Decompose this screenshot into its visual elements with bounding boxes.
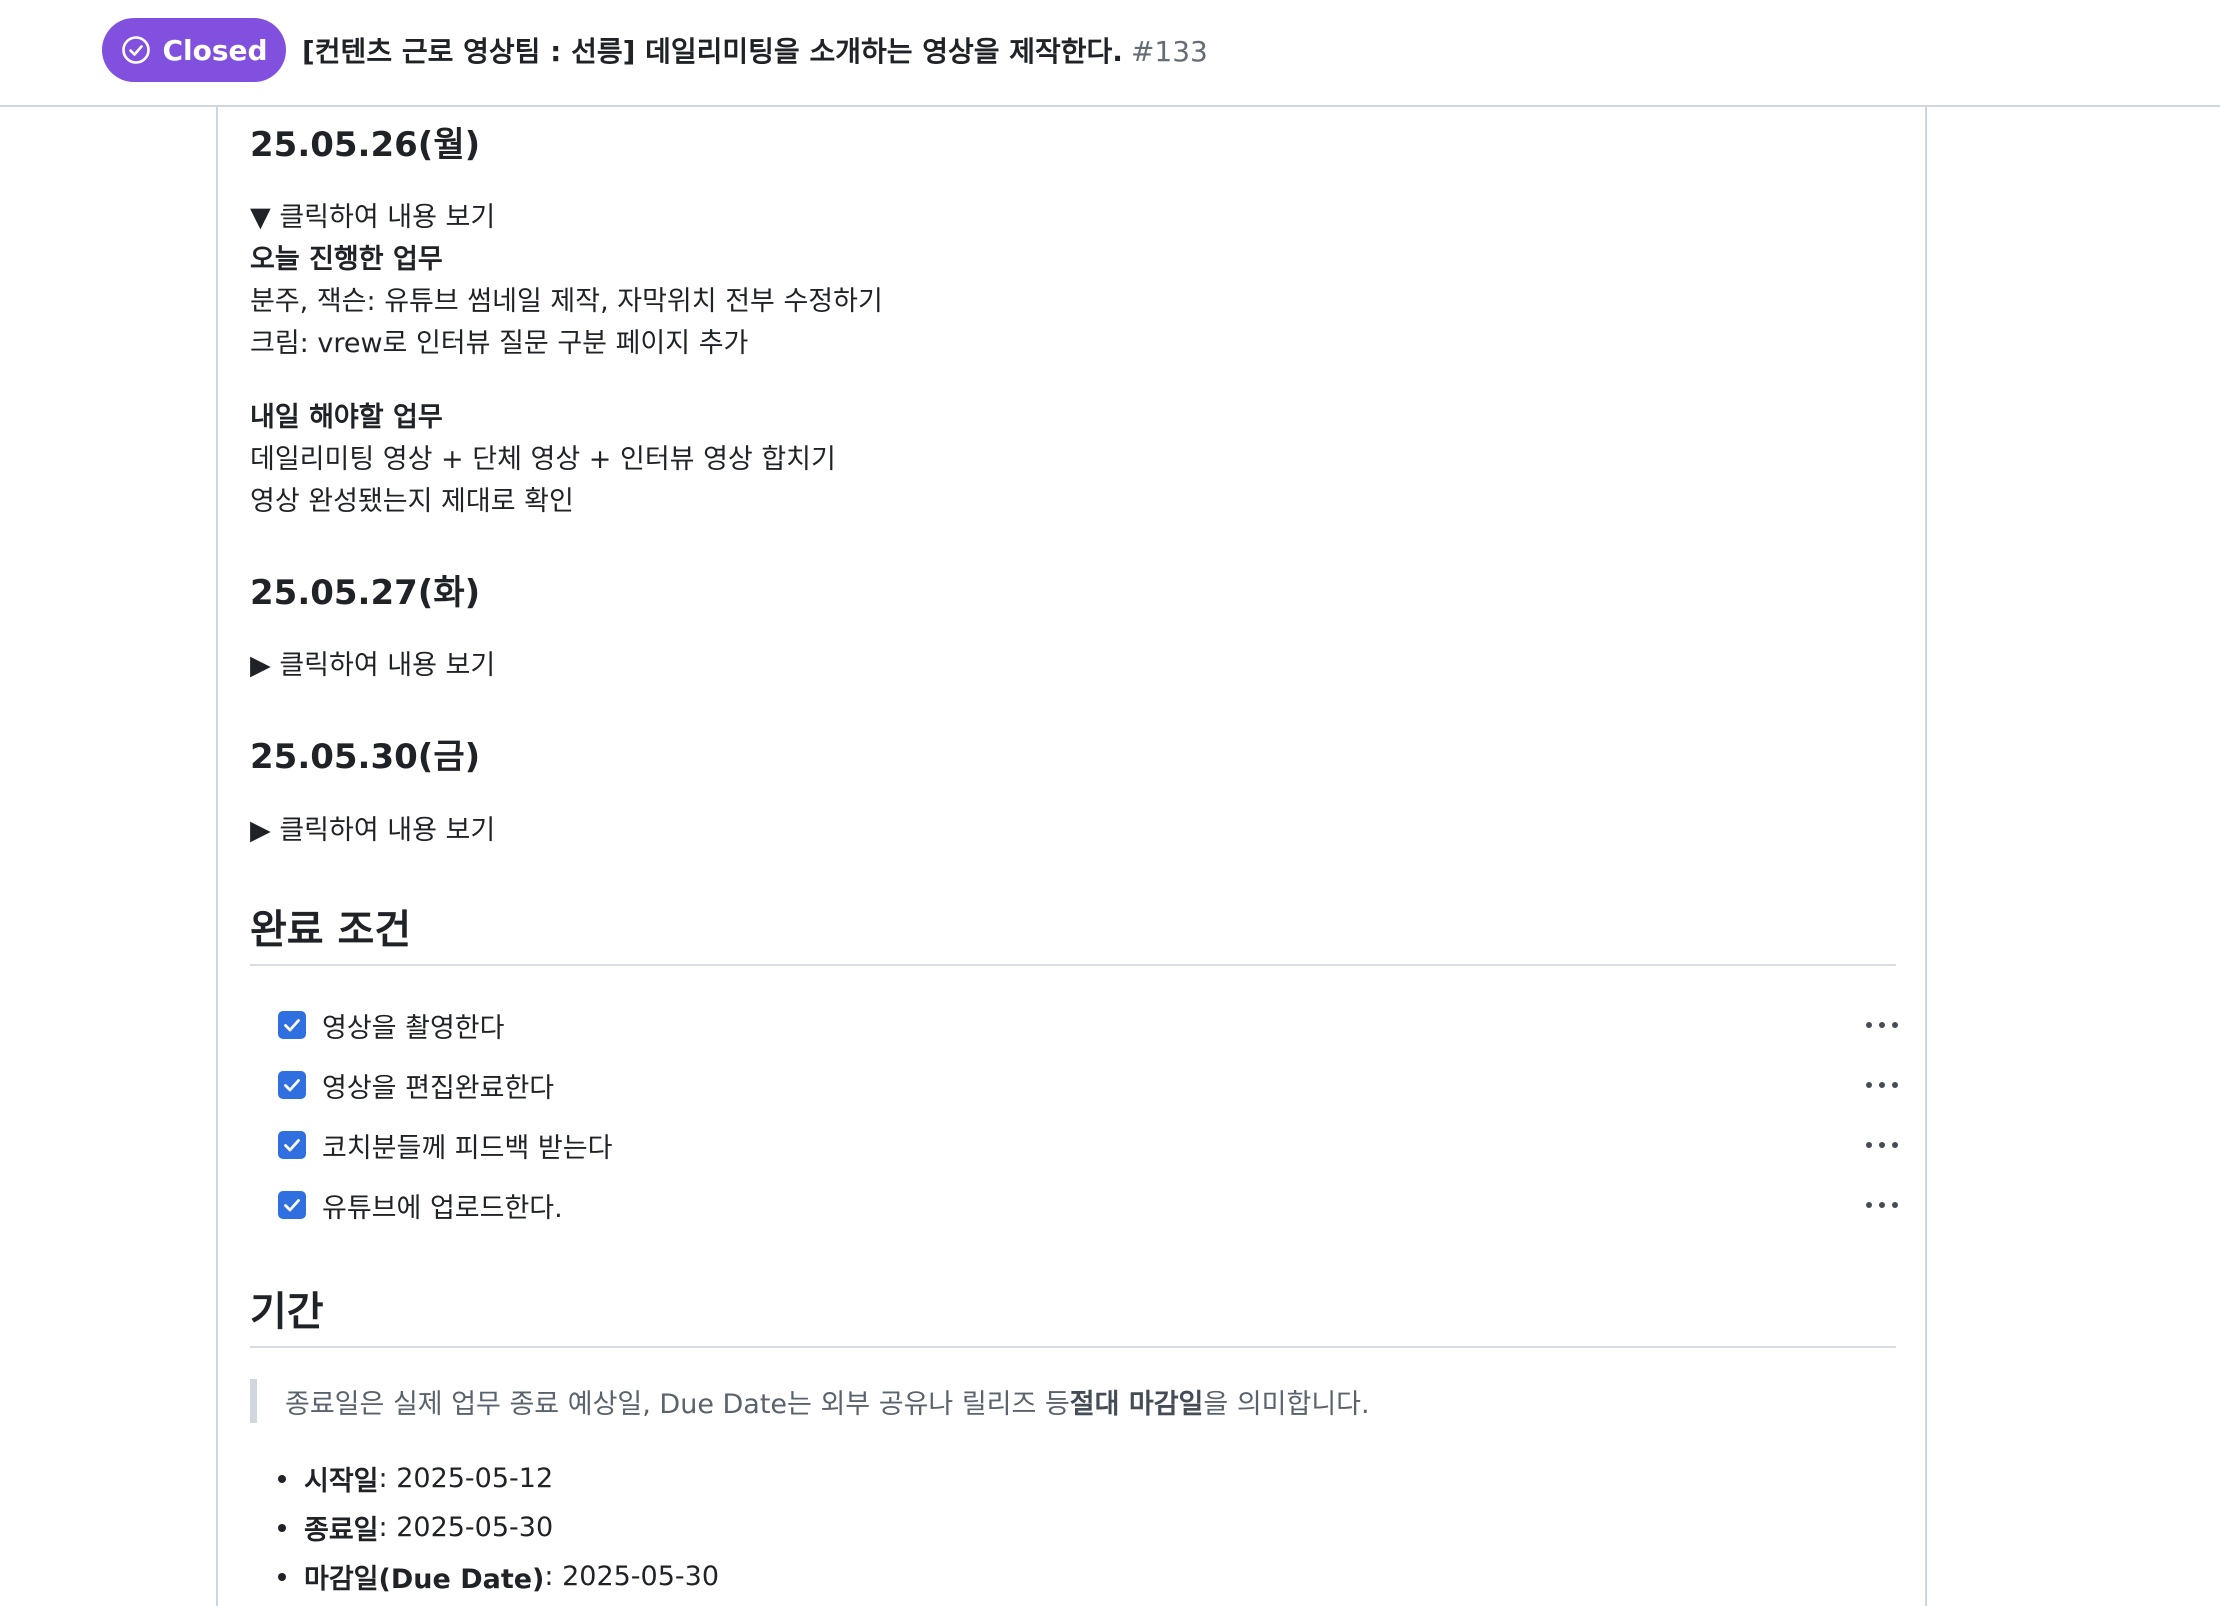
bullet-icon (278, 1523, 286, 1532)
task-menu-button[interactable] (1862, 1010, 1902, 1040)
today-work-line: 분주, 잭슨: 유튜브 썸네일 제작, 자막위치 전부 수정하기 (250, 286, 883, 317)
tomorrow-work-line: 영상 완성됐는지 제대로 확인 (250, 486, 574, 517)
task-checkbox[interactable] (278, 1191, 306, 1219)
note-text: 종료일은 실제 업무 종료 예상일, Due Date는 외부 공유나 릴리즈 … (285, 1388, 1070, 1420)
today-work-title: 오늘 진행한 업무 (250, 244, 443, 275)
bullet-icon (278, 1474, 286, 1483)
state-label: Closed (162, 33, 268, 67)
closed-state-badge: Closed (102, 18, 286, 82)
more-dot-icon (1879, 1142, 1885, 1148)
note-text-end: 을 의미합니다. (1203, 1388, 1370, 1420)
completion-heading: 완료 조건 (250, 907, 412, 953)
task-label: 유튜브에 업로드한다. (322, 1192, 563, 1224)
details-toggle-label: ▶ 클릭하여 내용 보기 (250, 650, 496, 681)
log-date-heading: 25.05.26(월) (250, 125, 481, 165)
tomorrow-work-line: 데일리미팅 영상 + 단체 영상 + 인터뷰 영상 합치기 (250, 444, 836, 475)
section-divider (250, 964, 1896, 966)
section-divider (250, 1346, 1896, 1348)
task-menu-button[interactable] (1862, 1130, 1902, 1160)
details-toggle[interactable]: ▶ 클릭하여 내용 보기 (250, 808, 495, 847)
date-label: 시작일 (304, 1466, 379, 1497)
log-date-heading: 25.05.30(금) (250, 737, 481, 777)
log-date-heading: 25.05.27(화) (250, 573, 481, 613)
checkmark-icon (284, 1199, 300, 1212)
checkmark-icon (284, 1139, 300, 1152)
task-checkbox[interactable] (278, 1131, 306, 1159)
period-note-blockquote: 종료일은 실제 업무 종료 예상일, Due Date는 외부 공유나 릴리즈 … (250, 1379, 1896, 1423)
period-heading: 기간 (250, 1289, 324, 1335)
issue-sticky-header: Closed [컨텐츠 근로 영상팀 : 선릉] 데일리미팅을 소개하는 영상을… (0, 0, 2220, 107)
task-list-item: 유튜브에 업로드한다. (250, 1185, 1898, 1225)
date-value: : 2025-05-30 (544, 1561, 719, 1592)
details-toggle-label: ▼ 클릭하여 내용 보기 (250, 202, 496, 233)
task-list-item: 영상을 편집완료한다 (250, 1065, 1898, 1105)
bullet-icon (278, 1572, 286, 1581)
issue-title-text: [컨텐츠 근로 영상팀 : 선릉] 데일리미팅을 소개하는 영상을 제작한다. (302, 35, 1123, 68)
issue-body: 25.05.26(월) ▼ 클릭하여 내용 보기 오늘 진행한 업무 분주, 잭… (216, 107, 1927, 1606)
issue-title: [컨텐츠 근로 영상팀 : 선릉] 데일리미팅을 소개하는 영상을 제작한다. #… (302, 30, 1208, 70)
checkmark-icon (284, 1019, 300, 1032)
check-circle-icon (122, 36, 151, 64)
more-dot-icon (1866, 1142, 1872, 1148)
task-menu-button[interactable] (1862, 1070, 1902, 1100)
more-dot-icon (1866, 1082, 1872, 1088)
task-checkbox[interactable] (278, 1011, 306, 1039)
task-list-item: 영상을 촬영한다 (250, 1005, 1898, 1045)
task-menu-button[interactable] (1862, 1190, 1902, 1220)
more-dot-icon (1866, 1022, 1872, 1028)
details-toggle[interactable]: ▼ 클릭하여 내용 보기 (250, 195, 495, 234)
more-dot-icon (1892, 1202, 1898, 1208)
date-label: 종료일 (304, 1515, 379, 1546)
today-work-line: 크림: vrew로 인터뷰 질문 구분 페이지 추가 (250, 328, 749, 359)
more-dot-icon (1866, 1202, 1872, 1208)
task-list-item: 코치분들께 피드백 받는다 (250, 1125, 1898, 1165)
more-dot-icon (1879, 1202, 1885, 1208)
issue-number: #133 (1130, 35, 1208, 68)
date-label: 마감일(Due Date) (304, 1564, 545, 1595)
task-label: 코치분들께 피드백 받는다 (322, 1132, 613, 1164)
task-label: 영상을 촬영한다 (322, 1012, 505, 1044)
tomorrow-work-title: 내일 해야할 업무 (250, 402, 443, 433)
details-toggle-label: ▶ 클릭하여 내용 보기 (250, 815, 496, 846)
date-list-item: 마감일(Due Date): 2025-05-30 (278, 1557, 719, 1596)
task-label: 영상을 편집완료한다 (322, 1072, 555, 1104)
date-value: : 2025-05-30 (378, 1512, 554, 1543)
more-dot-icon (1879, 1082, 1885, 1088)
more-dot-icon (1879, 1022, 1885, 1028)
note-emphasis: 절대 마감일 (1069, 1388, 1204, 1420)
checkmark-icon (284, 1079, 300, 1092)
more-dot-icon (1892, 1022, 1898, 1028)
date-list-item: 시작일: 2025-05-12 (278, 1459, 553, 1498)
more-dot-icon (1892, 1142, 1898, 1148)
task-checkbox[interactable] (278, 1071, 306, 1099)
details-toggle[interactable]: ▶ 클릭하여 내용 보기 (250, 643, 495, 682)
more-dot-icon (1892, 1082, 1898, 1088)
date-value: : 2025-05-12 (378, 1463, 554, 1494)
date-list-item: 종료일: 2025-05-30 (278, 1508, 553, 1547)
